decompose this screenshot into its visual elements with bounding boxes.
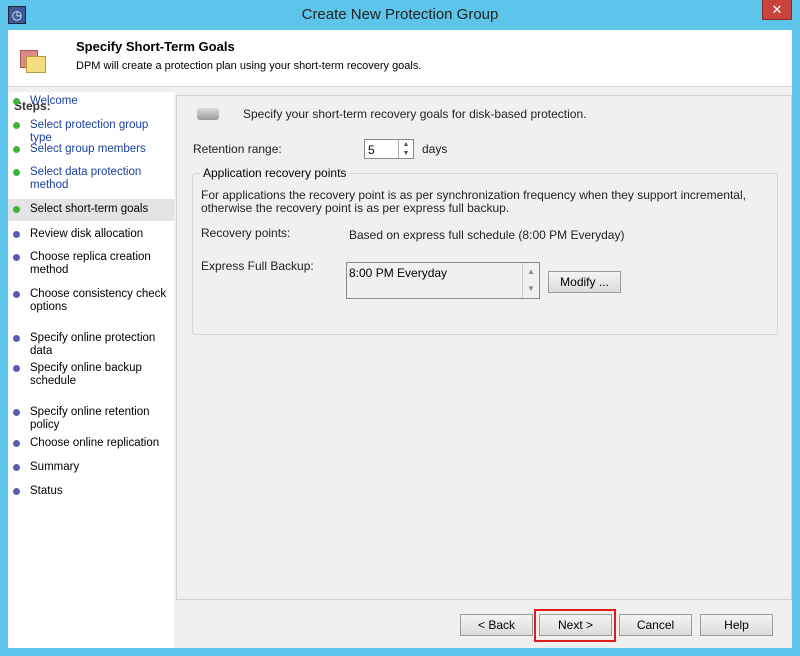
intro-text: Specify your short-term recovery goals f… — [243, 107, 587, 121]
folder-icon — [20, 50, 46, 74]
step-item[interactable]: Select group members — [8, 143, 174, 156]
step-item[interactable]: Welcome — [8, 95, 174, 108]
retention-unit: days — [422, 142, 448, 156]
status-dot-icon — [13, 254, 20, 261]
step-item: Choose online replication — [8, 437, 174, 450]
step-item: Choose replica creation method — [8, 251, 168, 277]
step-label: Select protection group type — [30, 119, 149, 144]
status-dot-icon — [13, 440, 20, 447]
group-title: Application recovery points — [200, 166, 350, 180]
header: Specify Short-Term Goals DPM will create… — [8, 30, 792, 87]
step-label: Review disk allocation — [30, 228, 144, 240]
step-label: Welcome — [30, 95, 78, 107]
step-item: Review disk allocation — [8, 228, 174, 241]
status-dot-icon — [13, 231, 20, 238]
step-label: Specify online retention policy — [30, 406, 150, 431]
help-button[interactable]: Help — [700, 614, 773, 636]
group-description: For applications the recovery point is a… — [201, 188, 746, 215]
status-dot-icon — [13, 169, 20, 176]
title-bar: ◷ Create New Protection Group ✕ — [0, 0, 800, 30]
step-item[interactable]: Select data protection method — [8, 166, 168, 192]
step-label: Specify online backup schedule — [30, 362, 142, 387]
main-panel: Specify your short-term recovery goals f… — [176, 95, 792, 600]
status-dot-icon — [13, 365, 20, 372]
step-item: Specify online retention policy — [8, 406, 168, 432]
status-dot-icon — [13, 335, 20, 342]
steps-panel: Steps: Welcome Select protection group ty… — [8, 92, 174, 648]
disk-icon — [197, 108, 219, 120]
status-dot-icon — [13, 464, 20, 471]
step-label: Select group members — [30, 143, 146, 155]
cancel-button[interactable]: Cancel — [619, 614, 692, 636]
modify-button[interactable]: Modify ... — [548, 271, 621, 293]
spin-arrows[interactable]: ▲ ▼ — [398, 140, 413, 158]
express-full-backup-list[interactable]: 8:00 PM Everyday ▲ ▼ — [346, 262, 540, 299]
window-title: Create New Protection Group — [301, 6, 499, 23]
close-button[interactable]: ✕ — [762, 0, 792, 20]
next-button[interactable]: Next > — [539, 614, 612, 636]
step-item: Summary — [8, 461, 174, 474]
status-dot-icon — [13, 409, 20, 416]
status-dot-icon — [13, 146, 20, 153]
step-item: Choose consistency check options — [8, 288, 168, 314]
step-label: Choose replica creation method — [30, 251, 151, 276]
status-dot-icon — [13, 98, 20, 105]
step-label: Choose consistency check options — [30, 288, 167, 313]
retention-range-stepper[interactable]: 5 ▲ ▼ — [364, 139, 414, 159]
step-item: Select short-term goals — [8, 199, 174, 221]
status-dot-icon — [13, 488, 20, 495]
status-dot-icon — [13, 122, 20, 129]
step-label: Choose online replication — [30, 437, 160, 449]
list-item[interactable]: 8:00 PM Everyday — [349, 266, 447, 280]
step-label: Status — [30, 485, 63, 497]
back-button[interactable]: < Back — [460, 614, 533, 636]
page-subtitle: DPM will create a protection plan using … — [76, 60, 422, 72]
application-recovery-points-group: Application recovery points For applicat… — [192, 166, 778, 335]
dialog: Specify Short-Term Goals DPM will create… — [8, 30, 792, 648]
express-full-backup-label: Express Full Backup: — [201, 259, 314, 273]
retention-value: 5 — [368, 143, 375, 157]
status-dot-icon — [13, 206, 20, 213]
step-label: Select data protection method — [30, 166, 142, 191]
status-dot-icon — [13, 291, 20, 298]
step-item: Specify online backup schedule — [8, 362, 168, 388]
list-scrollbar[interactable]: ▲ ▼ — [522, 263, 539, 298]
retention-label: Retention range: — [193, 142, 282, 156]
step-label: Specify online protection data — [30, 332, 156, 357]
step-label: Select short-term goals — [30, 203, 149, 215]
page-title: Specify Short-Term Goals — [76, 39, 235, 54]
recovery-points-value: Based on express full schedule (8:00 PM … — [349, 228, 625, 242]
step-item[interactable]: Select protection group type — [8, 119, 168, 145]
recovery-points-label: Recovery points: — [201, 226, 291, 240]
step-label: Summary — [30, 461, 80, 473]
step-item: Status — [8, 485, 174, 498]
step-item: Specify online protection data — [8, 332, 168, 358]
